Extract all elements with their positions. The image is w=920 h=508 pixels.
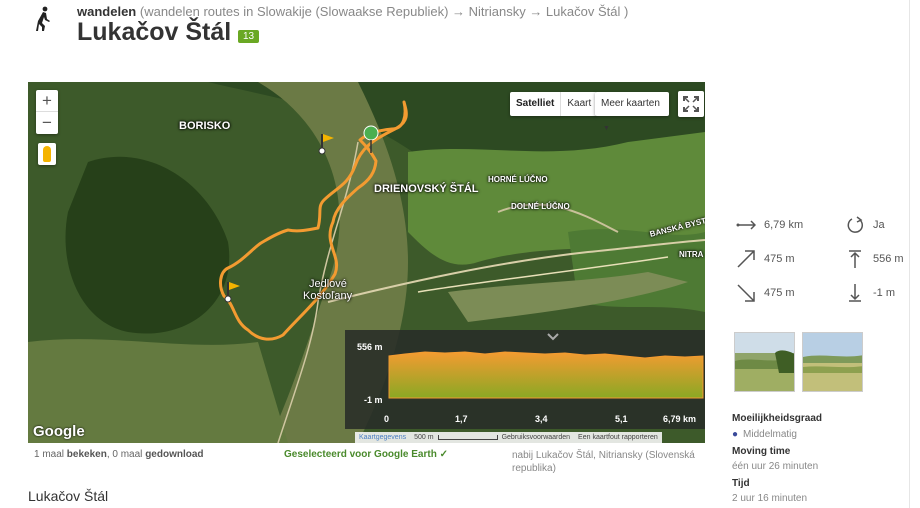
view-stats: 1 maal bekeken, 0 maal gedownload [34, 449, 204, 460]
place-label-nitra: NITRA [679, 250, 704, 259]
zoom-out-button[interactable]: − [36, 112, 58, 134]
time-label: Tijd [732, 478, 750, 489]
landscape-photo [735, 333, 794, 391]
breadcrumb-path[interactable]: (wandelen routes in Slowakije (Slowaakse… [140, 4, 628, 19]
route-photo-2[interactable] [802, 332, 863, 392]
map-button[interactable]: Kaart [561, 92, 597, 116]
place-label-kostolany: Kostoľany [303, 290, 353, 302]
moving-time-value: één uur 26 minuten [732, 461, 819, 472]
route-photo-1[interactable] [734, 332, 795, 392]
stat-distance: 6,79 km [736, 215, 803, 235]
descent-arrow-icon [737, 284, 755, 302]
difficulty-value: ● Middelmatig [732, 429, 797, 440]
stat-loop: Ja [845, 215, 885, 235]
google-earth-link[interactable]: Geselecteerd voor Google Earth ✓ [284, 449, 448, 460]
time-value: 2 uur 16 minuten [732, 493, 808, 504]
fullscreen-button[interactable] [678, 91, 704, 117]
route-title: Lukačov Štál [28, 488, 109, 504]
min-elevation-icon [849, 284, 861, 302]
distance-arrow-icon [736, 220, 756, 230]
max-elevation-icon [849, 250, 861, 268]
collapse-chevron-icon [547, 333, 559, 341]
map-attribution: Kaartgegevens 500 m Gebruiksvoorwaarden … [355, 432, 662, 443]
place-label-dolne: DOLNÉ LÚČNO [511, 202, 570, 211]
profile-tick: 5,1 [615, 414, 628, 424]
place-label-horne: HORNÉ LÚČNO [488, 175, 548, 184]
landscape-photo [803, 333, 862, 391]
elevation-chart [388, 333, 704, 399]
page-title: Lukačov Štál [77, 18, 232, 46]
stat-descent: 475 m [736, 283, 795, 303]
title-badge: 13 [238, 30, 260, 43]
scale-bar [437, 435, 498, 440]
caret-down-icon: ▼ [603, 125, 610, 132]
profile-tick: 3,4 [535, 414, 548, 424]
satellite-button[interactable]: Satelliet [510, 92, 562, 116]
scale-label: 500 m [414, 434, 434, 441]
map-data-link[interactable]: Kaartgegevens [355, 432, 410, 443]
more-maps-dropdown[interactable]: Meer kaarten ▼ [595, 92, 669, 132]
place-label-jedlove: Jedlové [309, 278, 347, 290]
google-logo: Google [33, 423, 85, 440]
zoom-in-button[interactable]: + [36, 90, 58, 112]
page-divider [909, 0, 910, 508]
elevation-profile[interactable]: 556 m -1 m 0 1,7 3,4 5,1 6,79 km [345, 330, 705, 429]
zoom-controls: + − [36, 90, 58, 134]
terms-link[interactable]: Gebruiksvoorwaarden [498, 432, 574, 443]
place-label-drienovsky: DRIENOVSKÝ ŠTÁL [374, 183, 479, 195]
profile-min-label: -1 m [364, 395, 383, 405]
difficulty-label: Moeilijkheidsgraad [732, 413, 823, 424]
profile-tick: 1,7 [455, 414, 468, 424]
profile-max-label: 556 m [357, 342, 383, 352]
moving-time-label: Moving time [732, 446, 791, 457]
route-map[interactable]: + − Satelliet Kaart Meer kaarten ▼ BORIS… [28, 82, 705, 443]
location-text: nabij Lukačov Štál, Nitriansky (Slovensk… [512, 450, 695, 474]
hiker-icon [36, 6, 50, 31]
report-error-link[interactable]: Een kaartfout rapporteren [574, 432, 662, 443]
difficulty-dot-icon: ● [732, 429, 739, 440]
breadcrumb-activity-link[interactable]: wandelen [77, 4, 136, 19]
place-label-borisko: BORISKO [179, 120, 231, 132]
ascent-arrow-icon [737, 250, 755, 268]
elevation-area [388, 351, 704, 399]
breadcrumb: wandelen (wandelen routes in Slowakije (… [77, 4, 628, 19]
loop-icon [847, 216, 864, 233]
stat-min-elevation: -1 m [845, 283, 895, 303]
fullscreen-icon [683, 96, 699, 112]
stat-ascent: 475 m [736, 249, 795, 269]
more-maps-label: Meer kaarten [601, 98, 660, 109]
street-view-pegman-icon[interactable] [38, 143, 56, 165]
stat-max-elevation: 556 m [845, 249, 904, 269]
profile-tick: 6,79 km [663, 414, 697, 424]
map-type-toggle: Satelliet Kaart [510, 92, 598, 116]
profile-tick: 0 [384, 414, 390, 424]
